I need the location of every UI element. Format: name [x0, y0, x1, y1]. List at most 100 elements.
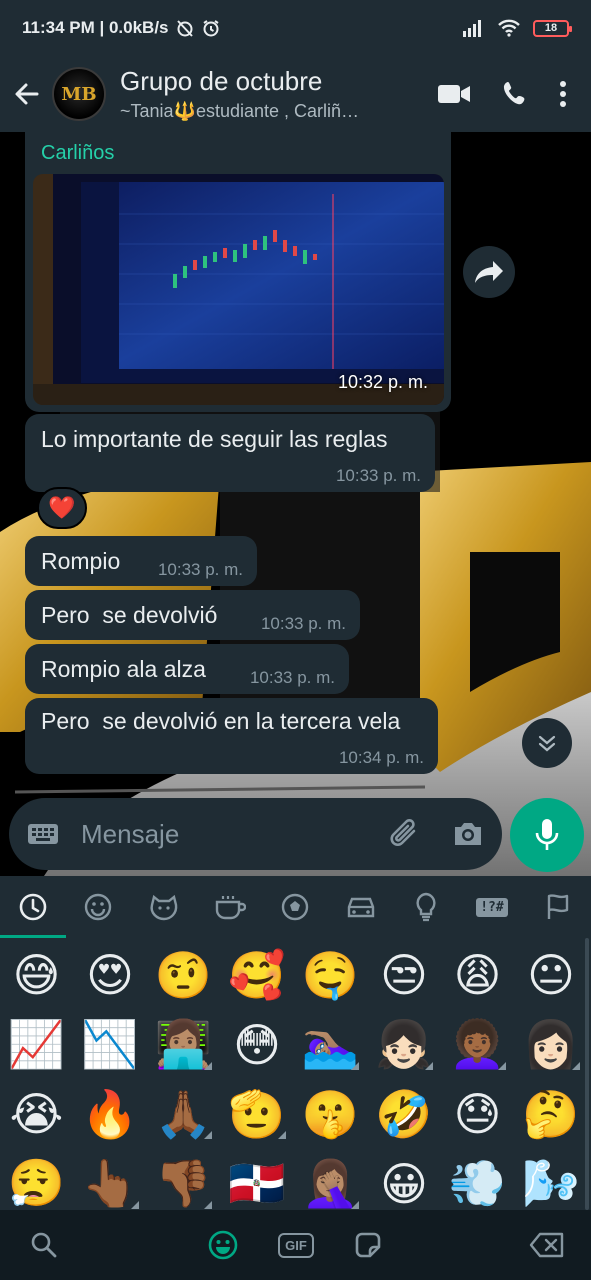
- travel-icon: [347, 897, 374, 918]
- message-text: Pero se devolvió en la tercera vela: [41, 708, 401, 734]
- keyboard-icon[interactable]: [27, 822, 59, 846]
- emoji-key[interactable]: 🫡: [221, 1081, 294, 1147]
- message-photo[interactable]: 10:32 p. m.: [33, 174, 444, 405]
- emoji-key[interactable]: 😍: [74, 942, 147, 1008]
- voice-call-icon[interactable]: [501, 80, 529, 108]
- status-bar: 11:34 PM | 0.0kB/s 18: [0, 0, 591, 56]
- tab-animals[interactable]: [131, 876, 197, 938]
- search-icon: [31, 1232, 57, 1258]
- emoji-key[interactable]: 😐: [515, 942, 588, 1008]
- attach-icon[interactable]: [388, 817, 422, 851]
- message-text: Rompio ala alza: [41, 656, 206, 682]
- emoji-key[interactable]: 😳: [221, 1012, 294, 1078]
- emoji-key[interactable]: 🤫: [294, 1081, 367, 1147]
- message-bubble[interactable]: Lo importante de seguir las reglas 10:33…: [25, 414, 435, 492]
- emoji-scrollbar[interactable]: [585, 938, 589, 1210]
- recent-icon: [19, 893, 47, 921]
- emoji-key[interactable]: 😀: [368, 1151, 441, 1217]
- message-bubble[interactable]: Pero se devolvió 10:33 p. m.: [25, 590, 360, 640]
- emoji-key[interactable]: 🥰: [221, 942, 294, 1008]
- message-time: 10:33 p. m.: [335, 466, 421, 485]
- tab-travel[interactable]: [328, 876, 394, 938]
- tab-flags[interactable]: [525, 876, 591, 938]
- emoji-key[interactable]: 😅: [0, 942, 73, 1008]
- emoji-key[interactable]: 👩🏻: [515, 1012, 588, 1078]
- back-button[interactable]: [2, 64, 52, 124]
- symbols-icon: !?#: [476, 897, 508, 917]
- emoji-key[interactable]: 😮‍💨: [0, 1151, 73, 1217]
- tab-objects[interactable]: [394, 876, 460, 938]
- emoji-key[interactable]: 🔥: [74, 1081, 147, 1147]
- heart-reaction-icon: ❤️: [48, 495, 76, 520]
- emoji-key[interactable]: 😩: [441, 942, 514, 1008]
- emoji-key[interactable]: 📉: [74, 1012, 147, 1078]
- emoji-key[interactable]: 🏊🏽‍♀️: [294, 1012, 367, 1078]
- emoji-key[interactable]: 🇩🇴: [221, 1151, 294, 1217]
- group-avatar[interactable]: MB: [52, 67, 106, 121]
- emoji-key[interactable]: 🌬️: [515, 1151, 588, 1217]
- scroll-to-bottom-button[interactable]: [522, 718, 572, 768]
- emoji-key[interactable]: 🙏🏾: [147, 1081, 220, 1147]
- emoji-key[interactable]: 🤦🏽‍♀️: [294, 1151, 367, 1217]
- battery-level: 18: [544, 22, 558, 34]
- chat-area[interactable]: Carliños 10:32 p. m. Lo importante de se…: [0, 132, 591, 882]
- chat-title: Grupo de octubre: [120, 66, 323, 96]
- emoji-key[interactable]: 😓: [441, 1081, 514, 1147]
- emoji-key[interactable]: 👧🏻: [368, 1012, 441, 1078]
- message-composer: Mensaje: [9, 798, 502, 870]
- video-call-icon[interactable]: [437, 82, 471, 106]
- emoji-key[interactable]: 👩🏾‍🦱: [441, 1012, 514, 1078]
- emoji-keyboard: !?# 😅 😍 🤨 🥰 🤤 😒 😩 😐 📈 📉 👩🏽‍💻 😳 🏊🏽‍♀️ 👧🏻 👩🏾‍🦱 👩🏻 😭 🔥 🙏🏾 🫡 🤫 🤣 😓…: [0, 876, 591, 1211]
- chat-info[interactable]: Grupo de octubre ~Tania🔱estudiante , Car…: [120, 66, 390, 122]
- message-bubble[interactable]: Rompio ala alza 10:33 p. m.: [25, 644, 349, 694]
- emoji-key[interactable]: 🤤: [294, 942, 367, 1008]
- message-bubble[interactable]: Rompio 10:33 p. m.: [25, 536, 257, 586]
- tab-symbols[interactable]: !?#: [459, 876, 525, 938]
- gif-tab-button[interactable]: GIF: [276, 1224, 316, 1266]
- flags-icon: [547, 894, 568, 919]
- voice-record-button[interactable]: [510, 798, 584, 872]
- reaction-badge[interactable]: ❤️: [37, 487, 87, 529]
- image-message[interactable]: Carliños 10:32 p. m.: [25, 132, 451, 412]
- objects-icon: [416, 892, 436, 922]
- tab-smileys[interactable]: [66, 876, 132, 938]
- tab-activities[interactable]: [262, 876, 328, 938]
- arrow-left-icon: [15, 83, 39, 105]
- message-sender: Carliños: [41, 142, 115, 164]
- avatar-logo-text: MB: [61, 83, 97, 105]
- more-vert-icon[interactable]: [559, 80, 567, 108]
- message-bubble[interactable]: Pero se devolvió en la tercera vela 10:3…: [25, 698, 438, 774]
- status-time: 11:34 PM | 0.0kB/s: [22, 18, 169, 37]
- backspace-button[interactable]: [526, 1224, 568, 1266]
- emoji-key[interactable]: 😒: [368, 942, 441, 1008]
- animal-icon: [150, 894, 178, 921]
- emoji-key[interactable]: 🤣: [368, 1081, 441, 1147]
- emoji-key[interactable]: 👆🏾: [74, 1151, 147, 1217]
- emoji-key[interactable]: 💨: [441, 1151, 514, 1217]
- tab-recent[interactable]: [0, 876, 66, 938]
- emoji-search-button[interactable]: [24, 1224, 64, 1266]
- message-time: 10:33 p. m.: [157, 560, 243, 579]
- message-time: 10:32 p. m.: [337, 372, 428, 392]
- message-time: 10:34 p. m.: [338, 748, 424, 767]
- sport-icon: [281, 893, 309, 921]
- camera-icon[interactable]: [452, 820, 484, 848]
- emoji-key[interactable]: 😭: [0, 1081, 73, 1147]
- message-input[interactable]: Mensaje: [81, 819, 388, 850]
- sticker-tab-button[interactable]: [348, 1224, 388, 1266]
- gif-icon: GIF: [278, 1232, 314, 1258]
- emoji-key[interactable]: 🤨: [147, 942, 220, 1008]
- emoji-category-tabs: !?#: [0, 876, 591, 938]
- message-time: 10:33 p. m.: [260, 614, 346, 633]
- emoji-key[interactable]: 👩🏽‍💻: [147, 1012, 220, 1078]
- mic-icon: [535, 819, 559, 850]
- emoji-key[interactable]: 👎🏾: [147, 1151, 220, 1217]
- forward-icon: [475, 261, 503, 283]
- tab-food[interactable]: [197, 876, 263, 938]
- message-time: 10:33 p. m.: [249, 668, 335, 687]
- emoji-key[interactable]: 🤔: [515, 1081, 588, 1147]
- forward-button[interactable]: [463, 246, 515, 298]
- emoji-tab-button[interactable]: [203, 1224, 243, 1266]
- alarm-icon: [202, 20, 219, 37]
- emoji-key[interactable]: 📈: [0, 1012, 73, 1078]
